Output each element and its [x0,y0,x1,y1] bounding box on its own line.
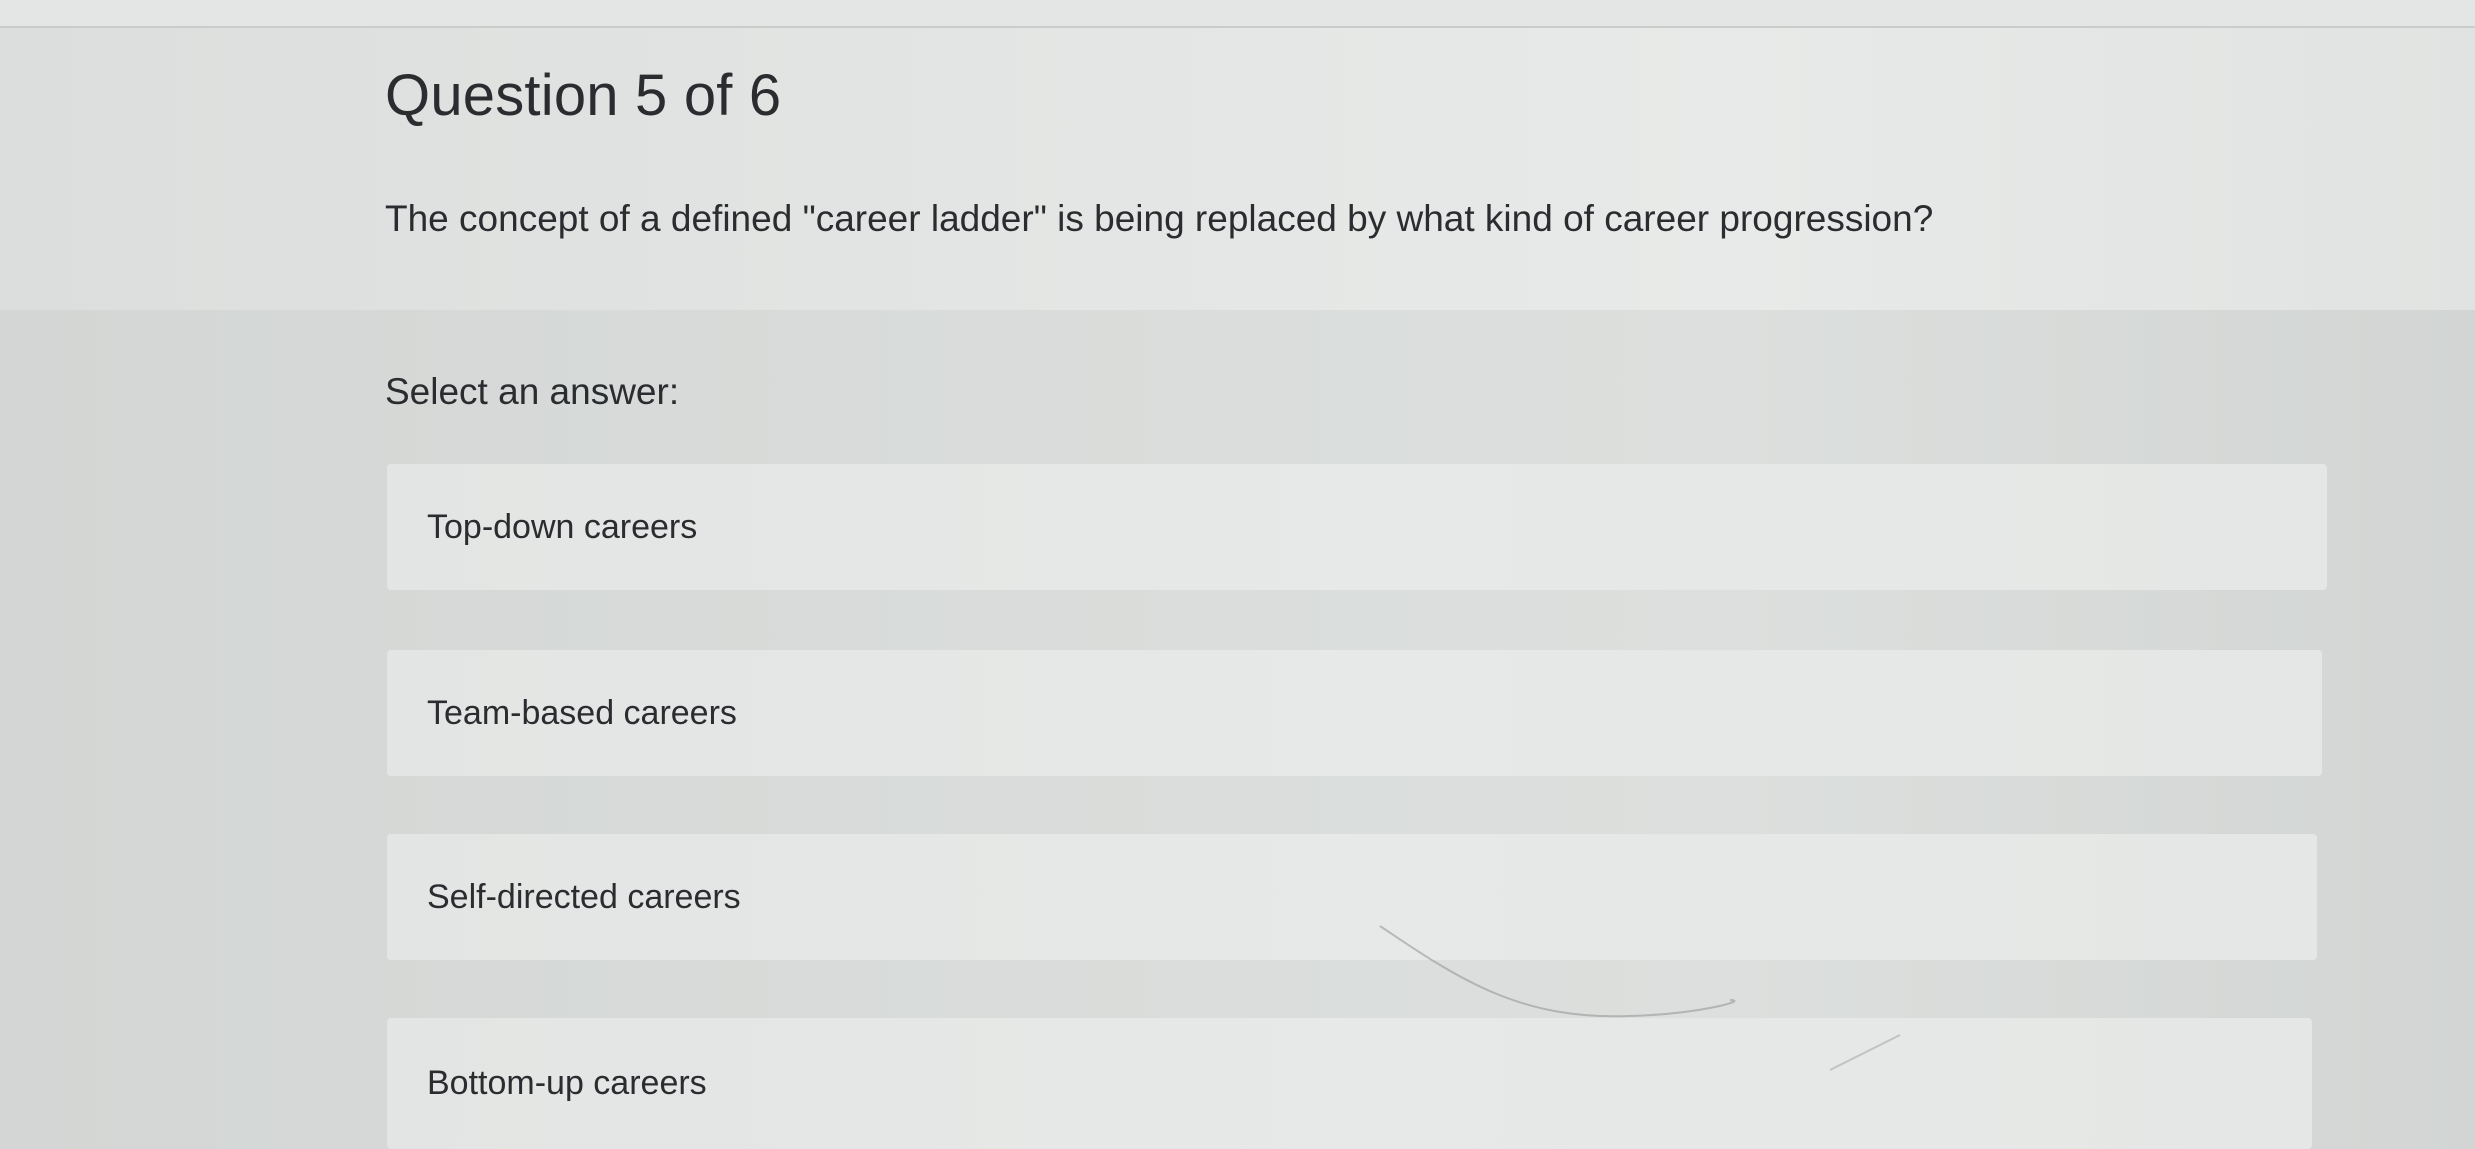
select-answer-label: Select an answer: [385,371,680,412]
answer-option-label: Bottom-up careers [427,1064,707,1102]
answer-option-label: Self-directed careers [427,877,741,916]
answer-option-self-directed[interactable]: Self-directed careers [387,834,2317,960]
question-prompt: The concept of a defined "career ladder"… [385,198,1934,239]
answer-option-label: Top-down careers [427,507,698,546]
answer-option-label: Team-based careers [427,693,737,732]
top-window-strip [0,0,2475,28]
answer-option-top-down[interactable]: Top-down careers [387,464,2327,590]
answer-option-bottom-up[interactable]: Bottom-up careers [387,1018,2312,1149]
question-counter: Question 5 of 6 [385,63,782,128]
question-header [0,28,2475,310]
answer-option-team-based[interactable]: Team-based careers [387,650,2322,776]
